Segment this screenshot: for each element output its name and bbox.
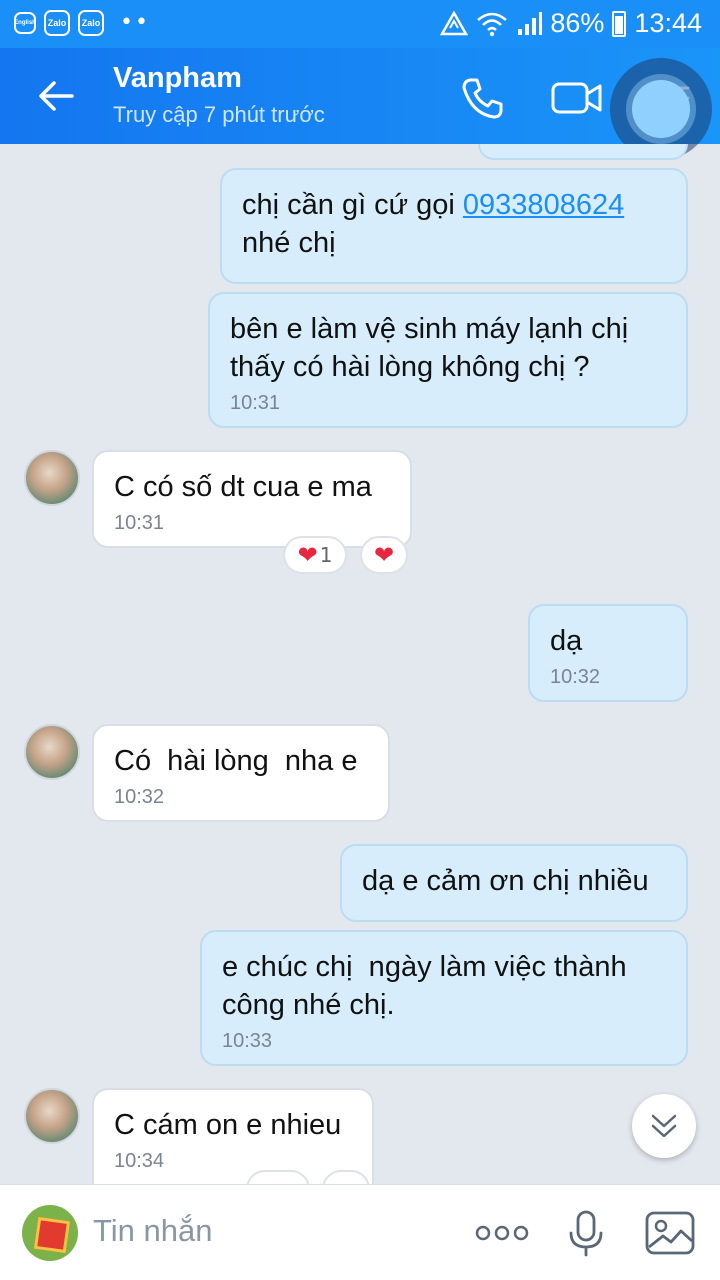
chat-header: Vanpham Truy cập 7 phút trước xyxy=(0,48,720,160)
contact-avatar[interactable] xyxy=(24,724,80,780)
sticker-icon[interactable] xyxy=(22,1205,78,1261)
message-time: 10:31 xyxy=(230,392,281,414)
data-saver-icon xyxy=(440,10,469,35)
wifi-icon xyxy=(477,12,508,36)
more-notifications-dots: •• xyxy=(120,10,150,35)
contact-avatar[interactable] xyxy=(24,1088,80,1144)
status-notifications: English Zalo Zalo •• xyxy=(14,10,150,36)
battery-icon xyxy=(612,10,627,37)
message-outgoing[interactable]: dạ e cảm ơn chị nhiều xyxy=(340,844,688,922)
status-system: 86% 13:44 xyxy=(440,8,702,39)
english-app-icon: English xyxy=(14,12,36,34)
reaction-count: 1 xyxy=(319,543,333,567)
signal-icon xyxy=(518,11,543,35)
status-bar: English Zalo Zalo •• 86% 13:44 xyxy=(0,0,720,48)
message-text: chị cần gì cứ gọi 0933808624 nhé chị xyxy=(242,189,625,259)
message-text: C cám on e nhieu xyxy=(114,1109,342,1141)
message-time: 10:32 xyxy=(550,666,601,688)
react-heart-button[interactable]: ❤ xyxy=(360,536,408,574)
more-icon[interactable] xyxy=(474,1209,530,1257)
message-text: dạ e cảm ơn chị nhiều xyxy=(362,865,649,897)
scroll-to-bottom-button[interactable] xyxy=(632,1094,696,1158)
message-time: 10:31 xyxy=(114,512,165,534)
reaction-badge[interactable] xyxy=(246,1170,310,1184)
contact-name[interactable]: Vanpham xyxy=(113,62,242,95)
message-list[interactable]: chị cần gì cứ gọi 0933808624 nhé chị bên … xyxy=(0,144,720,1184)
image-icon[interactable] xyxy=(644,1209,696,1257)
video-call-icon[interactable] xyxy=(550,74,604,122)
contact-avatar[interactable] xyxy=(24,450,80,506)
message-outgoing[interactable]: bên e làm vệ sinh máy lạnh chị thấy có h… xyxy=(208,292,688,428)
message-bubble-partial xyxy=(478,144,688,160)
message-time: 10:34 xyxy=(114,1150,165,1172)
message-text: bên e làm vệ sinh máy lạnh chị thấy có h… xyxy=(230,313,629,383)
message-text: e chúc chị ngày làm việc thành công nhé … xyxy=(222,951,635,1021)
message-outgoing[interactable]: chị cần gì cứ gọi 0933808624 nhé chị xyxy=(220,168,688,284)
phone-number-link[interactable]: 0933808624 xyxy=(463,189,624,221)
battery-percent: 86% xyxy=(550,8,605,38)
message-time: 10:32 xyxy=(114,786,165,808)
microphone-icon[interactable] xyxy=(562,1209,610,1257)
message-text: Có hài lòng nha e xyxy=(114,745,358,777)
heart-icon: ❤ xyxy=(297,541,318,569)
heart-icon: ❤ xyxy=(373,541,395,569)
zalo-app-icon: Zalo xyxy=(78,10,104,36)
message-incoming[interactable]: C có số dt cua e ma 10:31 xyxy=(92,450,412,548)
message-incoming[interactable]: C cám on e nhieu 10:34 xyxy=(92,1088,374,1184)
message-incoming[interactable]: Có hài lòng nha e 10:32 xyxy=(92,724,390,822)
double-chevron-down-icon xyxy=(651,1114,677,1138)
phone-icon[interactable] xyxy=(458,74,506,122)
back-arrow-icon[interactable] xyxy=(34,74,78,118)
clock: 13:44 xyxy=(634,8,702,38)
message-input[interactable]: Tin nhắn xyxy=(93,1213,213,1249)
message-time: 10:33 xyxy=(222,1030,273,1052)
message-text: dạ xyxy=(550,625,583,657)
message-outgoing[interactable]: dạ 10:32 xyxy=(528,604,688,702)
message-text: C có số dt cua e ma xyxy=(114,471,372,503)
message-outgoing[interactable]: e chúc chị ngày làm việc thành công nhé … xyxy=(200,930,688,1066)
message-input-bar: Tin nhắn xyxy=(0,1184,720,1280)
zalo-app-icon: Zalo xyxy=(44,10,70,36)
reaction-count-badge[interactable]: ❤ 1 xyxy=(283,536,347,574)
last-seen-status: Truy cập 7 phút trước xyxy=(113,102,325,127)
